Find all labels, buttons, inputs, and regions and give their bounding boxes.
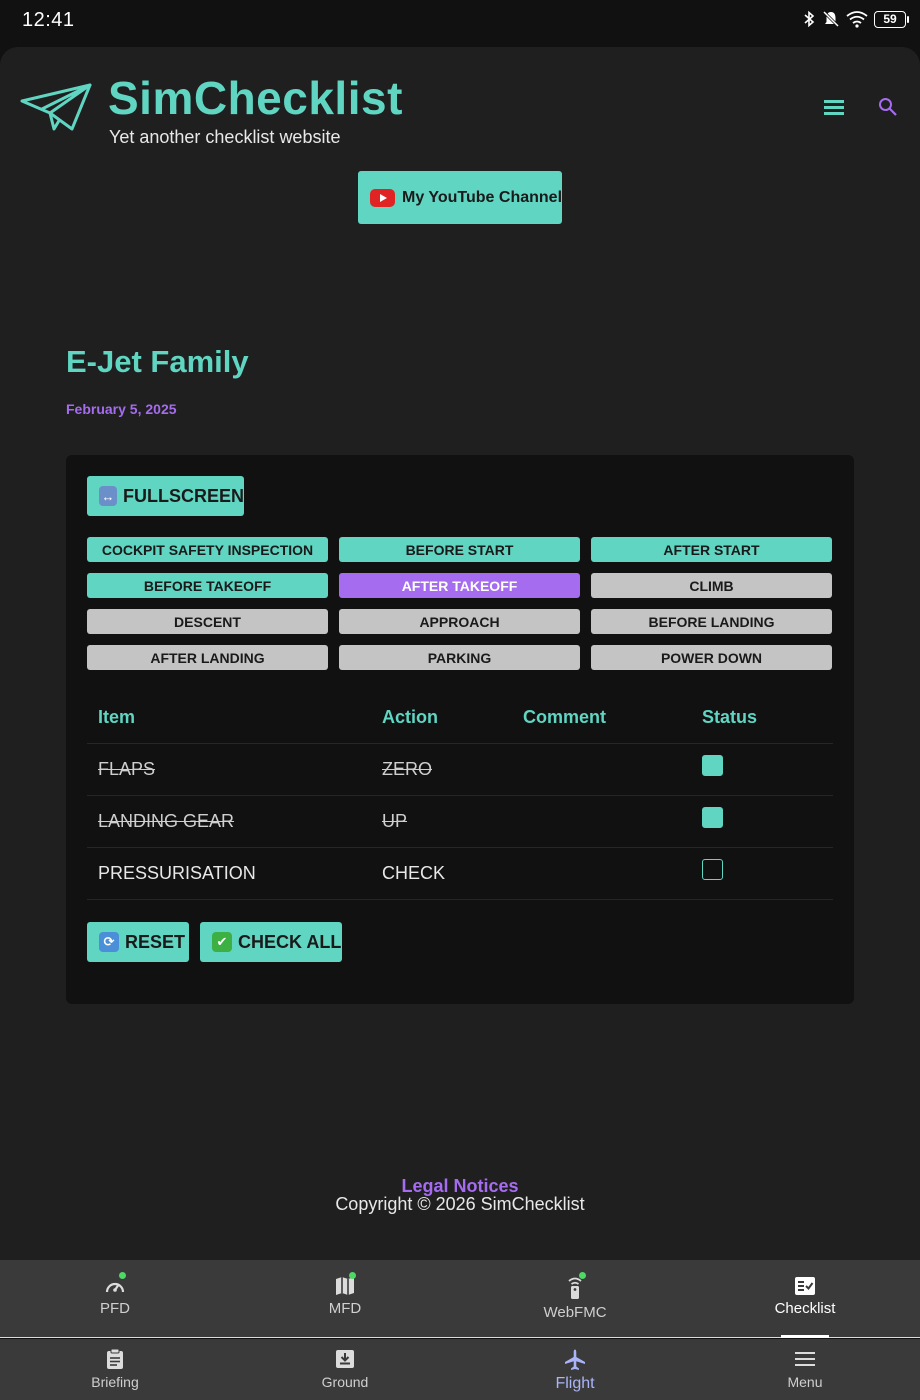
bell-muted-icon (822, 10, 840, 28)
copyright-text: Copyright © 2026 SimChecklist (335, 1194, 585, 1214)
reset-label: RESET (125, 931, 186, 952)
table-row: LANDING GEAR UP (87, 796, 833, 848)
legal-notices-link[interactable]: Legal Notices (0, 1176, 920, 1197)
phase-selector: COCKPIT SAFETY INSPECTION BEFORE START A… (87, 537, 833, 670)
table-header: Item Action Comment Status (87, 691, 833, 744)
nav-label: PFD (100, 1300, 130, 1317)
status-dot (348, 1272, 356, 1279)
nav-label: MFD (328, 1300, 362, 1317)
column-header-item: Item (98, 706, 136, 727)
nav-label: WebFMC (543, 1304, 607, 1321)
fullscreen-button[interactable]: ↔ FULLSCREEN (87, 476, 244, 516)
action-cell: CHECK (382, 863, 446, 883)
checklist-panel: ↔ FULLSCREEN COCKPIT SAFETY INSPECTION B… (66, 455, 854, 1004)
phase-button[interactable]: AFTER LANDING (87, 645, 328, 670)
post-date[interactable]: February 5, 2025 (66, 401, 177, 417)
phase-button[interactable]: AFTER TAKEOFF (339, 573, 580, 598)
status-checkbox[interactable] (702, 859, 723, 880)
action-cell: UP (382, 811, 408, 831)
airplane-icon (565, 1349, 585, 1370)
site-tagline: Yet another checklist website (109, 127, 341, 147)
column-header-comment: Comment (523, 706, 607, 727)
table-row: PRESSURISATION CHECK (87, 848, 833, 900)
phase-button[interactable]: DESCENT (87, 609, 328, 634)
column-header-status: Status (702, 706, 758, 727)
item-cell: LANDING GEAR (98, 811, 235, 831)
youtube-logo-icon (370, 188, 395, 207)
status-icons: 59 (802, 10, 909, 28)
map-icon (336, 1277, 354, 1295)
youtube-channel-button[interactable]: My YouTube Channel (358, 171, 562, 224)
phase-button[interactable]: AFTER START (591, 537, 832, 562)
fmc-remote-icon (568, 1277, 582, 1299)
phase-button[interactable]: COCKPIT SAFETY INSPECTION (87, 537, 328, 562)
page-title: E-Jet Family (66, 344, 249, 379)
check-mark-icon: ✔ (212, 932, 232, 952)
clipboard-icon (107, 1348, 123, 1369)
refresh-arrows-icon: ⟳ (99, 932, 119, 952)
nav-label: Flight (555, 1375, 595, 1392)
item-cell: PRESSURISATION (98, 863, 256, 883)
item-cell: FLAPS (98, 759, 156, 779)
nav-label: Briefing (91, 1374, 139, 1390)
nav-item-flight[interactable]: Flight (460, 1339, 690, 1400)
check-all-label: CHECK ALL (238, 931, 342, 952)
reset-button[interactable]: ⟳ RESET (87, 922, 189, 962)
nav-item-checklist[interactable]: Checklist (690, 1260, 920, 1338)
action-cell: ZERO (382, 759, 433, 779)
clock: 12:41 (22, 9, 75, 31)
nav-label: Checklist (774, 1300, 836, 1317)
nav-label: Ground (321, 1374, 369, 1390)
phase-button[interactable]: APPROACH (339, 609, 580, 634)
hamburger-icon (795, 1352, 815, 1366)
status-checkbox[interactable] (702, 755, 723, 776)
nav-item-ground[interactable]: Ground (230, 1339, 460, 1400)
battery-indicator: 59 (874, 10, 909, 28)
nav-item-mfd[interactable]: MFD (230, 1260, 460, 1337)
wifi-icon (846, 11, 868, 28)
active-tab-indicator (781, 1335, 829, 1338)
speedometer-icon (105, 1282, 125, 1293)
paper-plane-logo-icon[interactable] (20, 83, 92, 133)
left-right-arrow-icon: ↔ (99, 486, 117, 506)
nav-label: Menu (787, 1374, 823, 1390)
search-icon[interactable] (878, 97, 898, 117)
hamburger-menu-icon[interactable] (824, 99, 844, 115)
fullscreen-label: FULLSCREEN (123, 485, 244, 506)
phase-button[interactable]: BEFORE LANDING (591, 609, 832, 634)
site-title[interactable]: SimChecklist (108, 71, 403, 125)
check-all-button[interactable]: ✔ CHECK ALL (200, 922, 342, 962)
app-window: SimChecklist Yet another checklist websi… (0, 47, 920, 1260)
system-status-bar: 12:41 59 (0, 0, 920, 46)
table-row: FLAPS ZERO (87, 744, 833, 796)
ground-download-icon (336, 1350, 354, 1368)
phase-button[interactable]: POWER DOWN (591, 645, 832, 670)
status-dot (118, 1272, 126, 1279)
phase-button[interactable]: BEFORE START (339, 537, 580, 562)
checklist-icon (795, 1277, 815, 1295)
primary-bottom-nav: PFD MFD WebFMC Checklist (0, 1260, 920, 1338)
nav-item-briefing[interactable]: Briefing (0, 1339, 230, 1400)
secondary-bottom-nav: Briefing Ground Flight Menu (0, 1339, 920, 1400)
bluetooth-icon (804, 10, 815, 28)
status-dot (578, 1272, 586, 1279)
phase-button[interactable]: BEFORE TAKEOFF (87, 573, 328, 598)
phase-button[interactable]: PARKING (339, 645, 580, 670)
column-header-action: Action (382, 706, 438, 727)
battery-level: 59 (883, 12, 897, 26)
phase-button[interactable]: CLIMB (591, 573, 832, 598)
checklist-table: Item Action Comment Status FLAPS ZERO LA… (87, 691, 833, 900)
nav-item-webfmc[interactable]: WebFMC (460, 1260, 690, 1337)
status-checkbox[interactable] (702, 807, 723, 828)
nav-item-pfd[interactable]: PFD (0, 1260, 230, 1337)
nav-item-menu[interactable]: Menu (690, 1339, 920, 1400)
youtube-button-label: My YouTube Channel (402, 188, 563, 206)
